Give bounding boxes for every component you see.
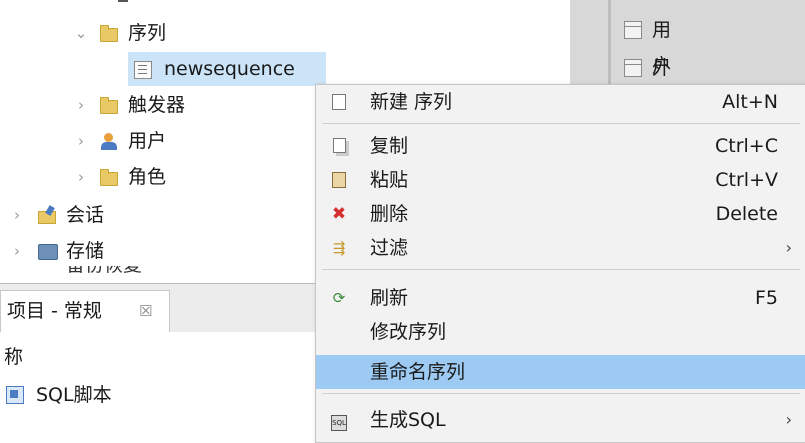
menu-separator (322, 393, 800, 394)
sql-script-icon (6, 386, 24, 404)
menu-item-copy[interactable]: 复制 Ctrl+C (316, 129, 805, 163)
close-icon[interactable]: ☒ (139, 291, 152, 331)
tree-item-users[interactable]: › 用户 (70, 124, 270, 158)
tree-item-label: 序列 (128, 22, 167, 44)
folder-icon (100, 97, 118, 114)
menu-item-shortcut: Alt+N (722, 91, 778, 113)
menu-item-paste[interactable]: 粘贴 Ctrl+V (316, 163, 805, 197)
chevron-right-icon: › (785, 410, 792, 429)
tree-item-triggers[interactable]: › 触发器 (70, 88, 270, 122)
filter-icon: ⇶ (332, 239, 346, 257)
tab-label: 项目 - 常规 (7, 300, 102, 322)
menu-item-label: 生成SQL (370, 409, 446, 431)
tab-project-general[interactable]: 项目 - 常规 ☒ (0, 290, 170, 333)
chevron-right-icon[interactable]: › (74, 88, 88, 122)
column-header: 称 (4, 346, 24, 368)
tree-item-label: 备份恢复 (66, 266, 142, 280)
tree-item-label: 会话 (66, 204, 105, 226)
project-item-label: SQL脚本 (36, 384, 112, 406)
table-icon (624, 21, 642, 39)
project-item-sql-scripts[interactable]: SQL脚本 (6, 380, 206, 410)
user-icon (100, 133, 118, 151)
menu-separator (322, 123, 800, 124)
copy-icon (330, 138, 348, 154)
context-menu: 新建 序列 Alt+N 复制 Ctrl+C 粘贴 Ctrl+V ✖ 删除 Del… (315, 84, 805, 443)
refresh-icon: ⟳ (332, 289, 346, 307)
menu-item-label: 重命名序列 (370, 361, 466, 383)
chevron-right-icon: › (785, 238, 792, 257)
menu-item-label: 新建 序列 (370, 91, 453, 113)
paste-icon (330, 172, 348, 188)
tree-item-label: 用户 (128, 130, 167, 152)
menu-item-filter[interactable]: ⇶ 过滤 › (316, 231, 805, 265)
tree-top-fragment (118, 0, 128, 2)
chevron-right-icon[interactable]: › (10, 234, 24, 268)
chevron-down-icon[interactable]: ⌄ (74, 16, 88, 50)
tree-item-newsequence[interactable]: newsequence (128, 52, 326, 86)
menu-item-modify-sequence[interactable]: 修改序列 (316, 315, 805, 349)
menu-item-refresh[interactable]: ⟳ 刷新 F5 (316, 281, 805, 315)
menu-item-label: 刷新 (370, 287, 409, 309)
menu-item-shortcut: F5 (754, 287, 778, 309)
new-sequence-icon (330, 94, 348, 110)
folder-icon (100, 25, 118, 42)
menu-separator (322, 269, 800, 270)
tree-item-label: 角色 (128, 166, 167, 188)
menu-item-label: 复制 (370, 135, 409, 157)
folder-icon (100, 169, 118, 186)
tree-item-sequences[interactable]: ⌄ 序列 (70, 16, 290, 50)
menu-item-label: 粘贴 (370, 169, 409, 191)
tree-item-label: 触发器 (128, 94, 186, 116)
tree-item-roles[interactable]: › 角色 (70, 160, 270, 194)
tree-item-partial[interactable]: 备份恢复 (10, 266, 210, 280)
sequence-icon (134, 61, 152, 79)
menu-item-shortcut: Ctrl+C (715, 135, 778, 157)
menu-item-rename-sequence[interactable]: 重命名序列 (316, 355, 805, 389)
generate-sql-icon: SQL (330, 412, 348, 431)
menu-item-label: 删除 (370, 203, 409, 225)
storage-icon (38, 244, 58, 260)
menu-item-shortcut: Ctrl+V (715, 169, 778, 191)
session-icon (38, 205, 56, 224)
chevron-right-icon[interactable]: › (74, 124, 88, 158)
chevron-right-icon[interactable]: › (74, 160, 88, 194)
menu-item-generate-sql[interactable]: SQL 生成SQL › (316, 403, 805, 437)
tree-item-storage[interactable]: › 存储 (10, 234, 210, 268)
menu-item-label: 修改序列 (370, 321, 447, 343)
menu-item-label: 过滤 (370, 237, 409, 259)
tree-item-label: newsequence (164, 58, 295, 80)
tree-item-label: 存储 (66, 240, 105, 262)
menu-item-new-sequence[interactable]: 新建 序列 Alt+N (316, 85, 805, 119)
tree-item-sessions[interactable]: › 会话 (10, 198, 210, 232)
delete-icon: ✖ (331, 204, 347, 224)
menu-item-shortcut: Delete (715, 203, 778, 225)
table-icon (624, 59, 642, 77)
menu-item-delete[interactable]: ✖ 删除 Delete (316, 197, 805, 231)
chevron-right-icon[interactable]: › (10, 198, 24, 232)
